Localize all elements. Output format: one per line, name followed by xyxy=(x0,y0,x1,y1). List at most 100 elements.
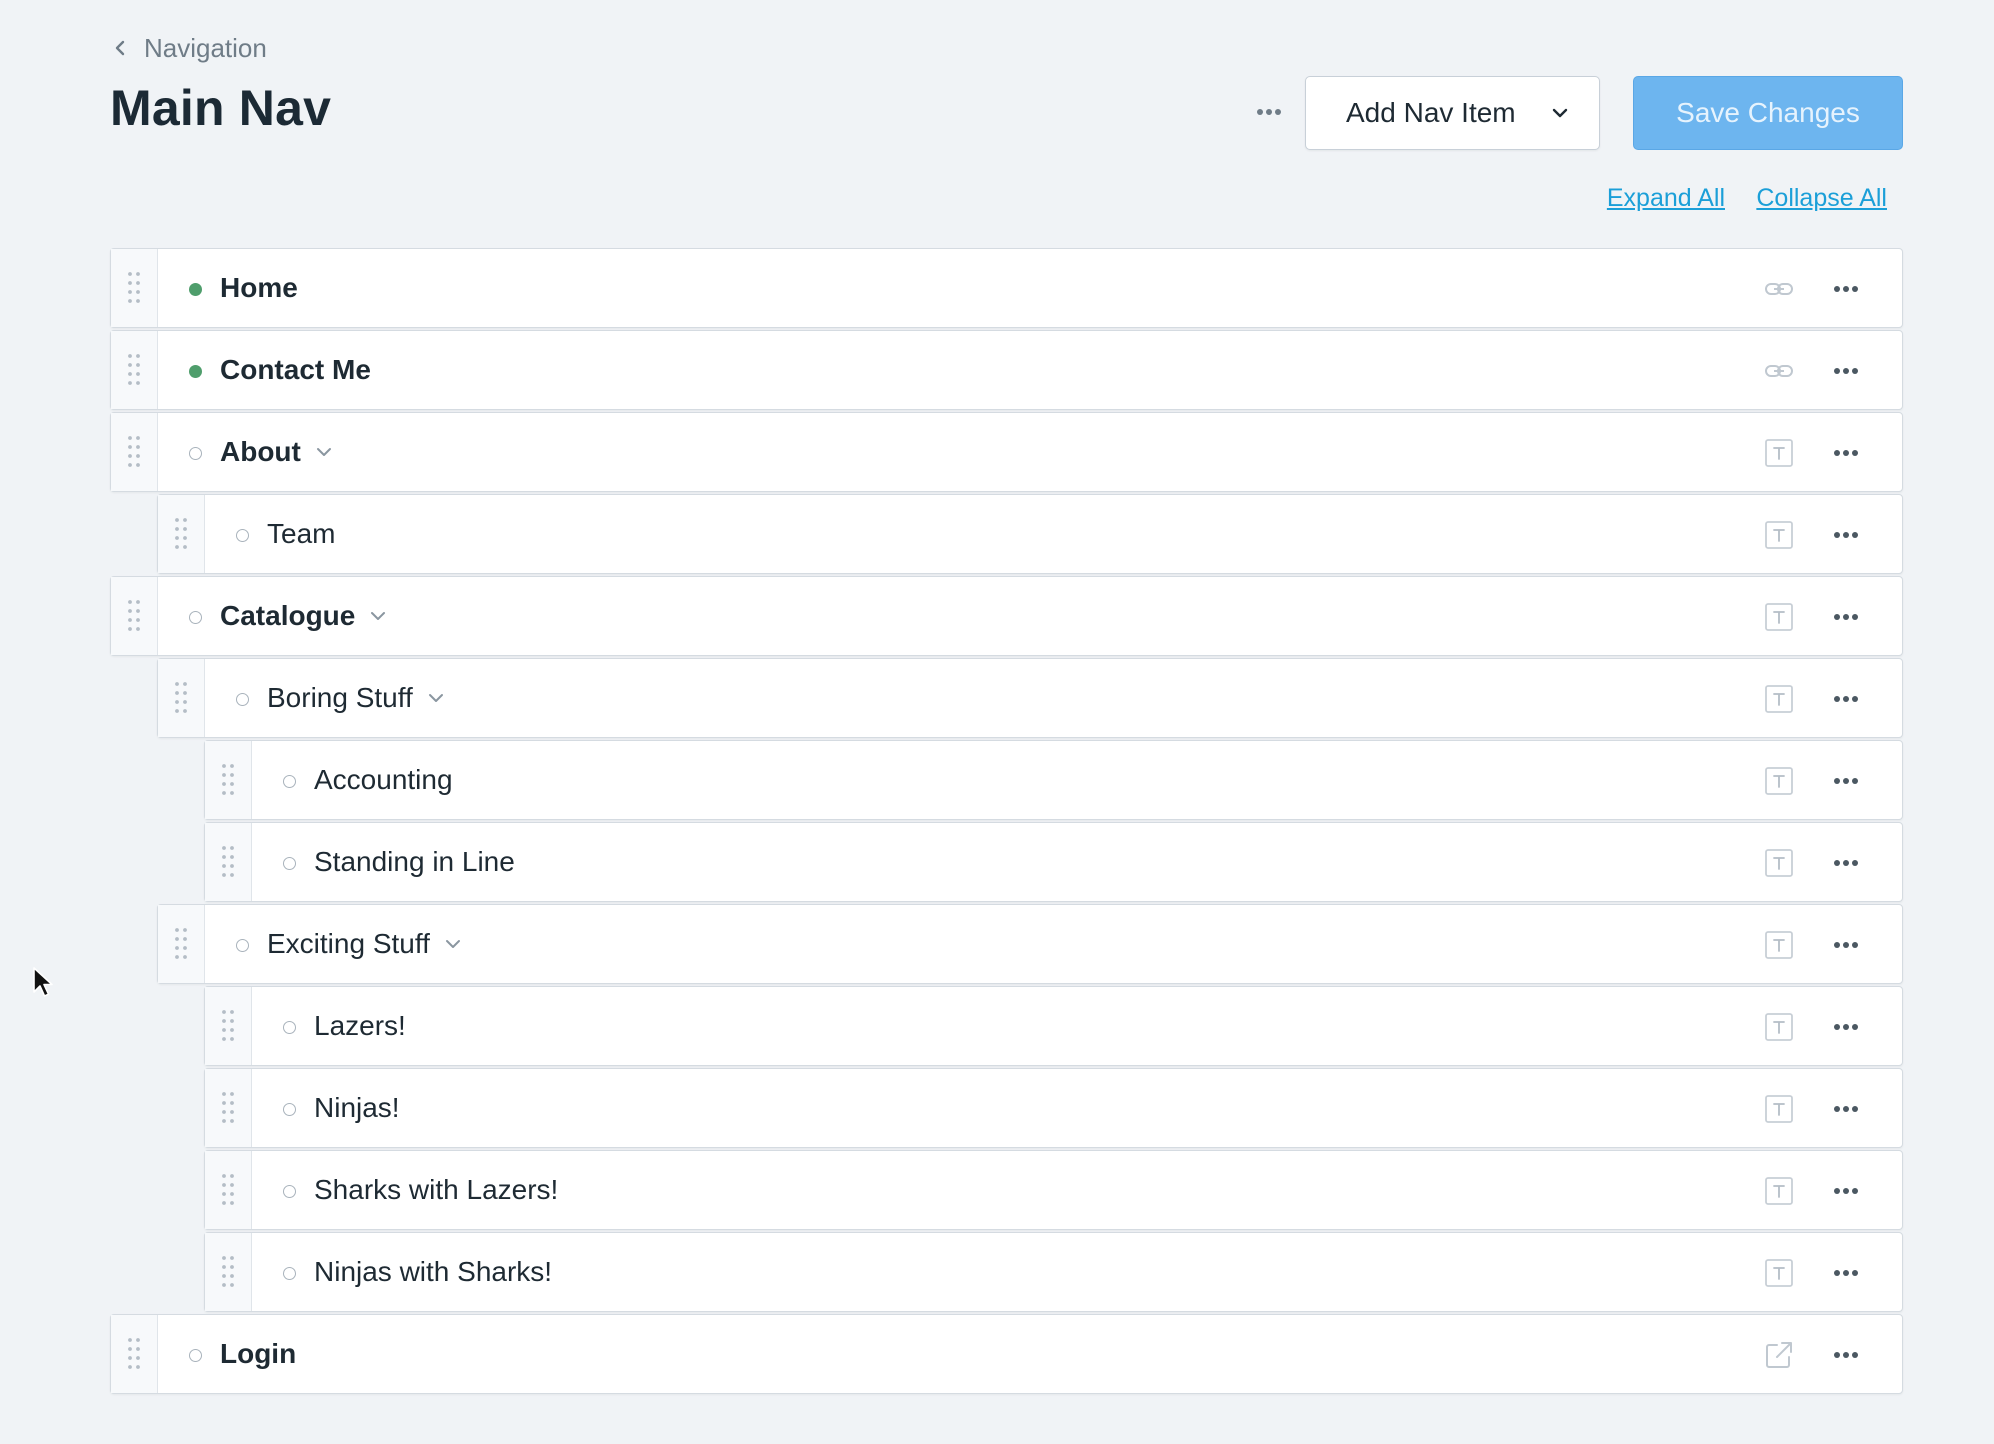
nav-item-label-wrap[interactable]: Exciting Stuff xyxy=(267,905,462,983)
chevron-down-icon xyxy=(1552,108,1568,118)
nav-item-label[interactable]: Team xyxy=(267,518,335,550)
nav-tree-item[interactable]: Standing in Line xyxy=(204,822,1903,902)
nav-item-label[interactable]: Lazers! xyxy=(314,1010,406,1042)
chevron-down-icon[interactable] xyxy=(427,689,445,707)
nav-tree-item[interactable]: Home xyxy=(110,248,1903,328)
drag-handle[interactable] xyxy=(158,905,205,983)
more-options-icon[interactable] xyxy=(1832,689,1860,709)
more-options-icon[interactable] xyxy=(1832,1263,1860,1283)
nav-item-label[interactable]: Catalogue xyxy=(220,600,355,632)
nav-item-label[interactable]: Ninjas with Sharks! xyxy=(314,1256,552,1288)
text-entry-icon xyxy=(1765,1095,1793,1123)
draft-status-dot xyxy=(283,857,296,870)
draft-status-dot xyxy=(283,1185,296,1198)
nav-item-label-wrap[interactable]: Contact Me xyxy=(220,331,371,409)
collapse-all-link[interactable]: Collapse All xyxy=(1756,184,1887,213)
drag-handle-icon xyxy=(128,436,140,467)
nav-item-label[interactable]: Boring Stuff xyxy=(267,682,413,714)
drag-handle[interactable] xyxy=(158,495,205,573)
nav-item-label-wrap[interactable]: Home xyxy=(220,249,298,327)
chevron-down-icon[interactable] xyxy=(369,607,387,625)
nav-item-label-wrap[interactable]: Boring Stuff xyxy=(267,659,445,737)
nav-tree-item[interactable]: Exciting Stuff xyxy=(157,904,1903,984)
tree-actions: Expand All Collapse All xyxy=(110,184,1903,224)
drag-handle[interactable] xyxy=(205,987,252,1065)
nav-item-label[interactable]: Accounting xyxy=(314,764,453,796)
drag-handle[interactable] xyxy=(111,249,158,327)
chevron-down-icon[interactable] xyxy=(315,443,333,461)
published-status-dot xyxy=(189,283,202,296)
drag-handle[interactable] xyxy=(111,331,158,409)
more-options-icon[interactable] xyxy=(1832,1099,1860,1119)
nav-item-label-wrap[interactable]: Team xyxy=(267,495,335,573)
nav-item-label-wrap[interactable]: Catalogue xyxy=(220,577,387,655)
nav-tree-item[interactable]: About xyxy=(110,412,1903,492)
nav-item-label-wrap[interactable]: Ninjas with Sharks! xyxy=(314,1233,552,1311)
nav-tree-item[interactable]: Lazers! xyxy=(204,986,1903,1066)
nav-tree-item[interactable]: Catalogue xyxy=(110,576,1903,656)
navigation-editor: Navigation Main Nav Add Nav Item Save Ch… xyxy=(110,30,1903,1394)
more-options-icon[interactable] xyxy=(1246,102,1292,122)
nav-item-label[interactable]: Login xyxy=(220,1338,296,1370)
nav-item-label-wrap[interactable]: Accounting xyxy=(314,741,453,819)
more-options-icon[interactable] xyxy=(1832,935,1860,955)
page-header: Main Nav Add Nav Item Save Changes xyxy=(110,74,1903,174)
nav-tree-item[interactable]: Team xyxy=(157,494,1903,574)
nav-item-label-wrap[interactable]: Sharks with Lazers! xyxy=(314,1151,558,1229)
draft-status-dot xyxy=(236,939,249,952)
nav-item-label[interactable]: Home xyxy=(220,272,298,304)
nav-item-label-wrap[interactable]: Ninjas! xyxy=(314,1069,400,1147)
drag-handle[interactable] xyxy=(205,741,252,819)
drag-handle[interactable] xyxy=(205,823,252,901)
nav-tree-item[interactable]: Sharks with Lazers! xyxy=(204,1150,1903,1230)
nav-item-label[interactable]: Ninjas! xyxy=(314,1092,400,1124)
more-options-icon[interactable] xyxy=(1832,607,1860,627)
more-options-icon[interactable] xyxy=(1832,853,1860,873)
drag-handle[interactable] xyxy=(158,659,205,737)
nav-item-label-wrap[interactable]: Standing in Line xyxy=(314,823,515,901)
chevron-down-icon[interactable] xyxy=(444,935,462,953)
draft-status-dot xyxy=(189,1349,202,1362)
nav-tree-item[interactable]: Contact Me xyxy=(110,330,1903,410)
more-options-icon[interactable] xyxy=(1832,1181,1860,1201)
nav-item-label-wrap[interactable]: Lazers! xyxy=(314,987,406,1065)
more-options-icon[interactable] xyxy=(1832,279,1860,299)
drag-handle[interactable] xyxy=(111,1315,158,1393)
more-options-icon[interactable] xyxy=(1832,361,1860,381)
text-entry-icon xyxy=(1765,767,1793,795)
expand-all-link[interactable]: Expand All xyxy=(1607,184,1725,213)
more-options-icon[interactable] xyxy=(1832,525,1860,545)
nav-item-label[interactable]: Standing in Line xyxy=(314,846,515,878)
draft-status-dot xyxy=(283,775,296,788)
text-entry-icon xyxy=(1765,685,1793,713)
save-changes-button[interactable]: Save Changes xyxy=(1633,76,1903,150)
nav-item-label-wrap[interactable]: Login xyxy=(220,1315,296,1393)
drag-handle[interactable] xyxy=(111,413,158,491)
nav-item-label[interactable]: Exciting Stuff xyxy=(267,928,430,960)
nav-item-label[interactable]: About xyxy=(220,436,301,468)
nav-tree-item[interactable]: Boring Stuff xyxy=(157,658,1903,738)
breadcrumb-label[interactable]: Navigation xyxy=(144,33,267,64)
text-entry-icon xyxy=(1765,931,1793,959)
more-options-icon[interactable] xyxy=(1832,1345,1860,1365)
drag-handle[interactable] xyxy=(205,1233,252,1311)
drag-handle-icon xyxy=(128,600,140,631)
nav-tree-item[interactable]: Login xyxy=(110,1314,1903,1394)
draft-status-dot xyxy=(189,611,202,624)
drag-handle[interactable] xyxy=(205,1151,252,1229)
nav-item-label[interactable]: Sharks with Lazers! xyxy=(314,1174,558,1206)
drag-handle-icon xyxy=(175,928,187,959)
drag-handle[interactable] xyxy=(205,1069,252,1147)
nav-tree-item[interactable]: Ninjas! xyxy=(204,1068,1903,1148)
drag-handle[interactable] xyxy=(111,577,158,655)
breadcrumb[interactable]: Navigation xyxy=(110,30,1903,66)
drag-handle-icon xyxy=(128,354,140,385)
add-nav-item-button[interactable]: Add Nav Item xyxy=(1305,76,1600,150)
nav-tree-item[interactable]: Accounting xyxy=(204,740,1903,820)
nav-tree-item[interactable]: Ninjas with Sharks! xyxy=(204,1232,1903,1312)
nav-item-label[interactable]: Contact Me xyxy=(220,354,371,386)
nav-item-label-wrap[interactable]: About xyxy=(220,413,333,491)
more-options-icon[interactable] xyxy=(1832,443,1860,463)
more-options-icon[interactable] xyxy=(1832,1017,1860,1037)
more-options-icon[interactable] xyxy=(1832,771,1860,791)
